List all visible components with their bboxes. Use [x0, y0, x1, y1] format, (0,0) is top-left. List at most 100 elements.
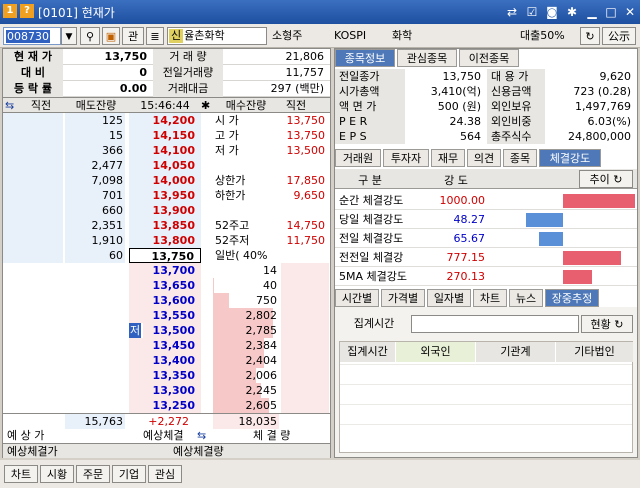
- statusbar-button[interactable]: 관심: [148, 465, 182, 483]
- ask-price[interactable]: 13,800: [129, 233, 201, 248]
- analysis-tab[interactable]: 거래원: [335, 149, 381, 167]
- ask-qty: 2,351: [65, 218, 125, 233]
- status-button[interactable]: 현황 ↻: [581, 315, 633, 333]
- bid-price[interactable]: 13,400: [129, 353, 201, 368]
- statusbar-button[interactable]: 기업: [112, 465, 146, 483]
- info-tab[interactable]: 관심종목: [397, 49, 457, 67]
- code-dropdown-icon[interactable]: ▼: [61, 27, 77, 45]
- bid-prev-cell: [281, 383, 329, 398]
- search-icon[interactable]: ⚲: [80, 27, 100, 45]
- check-icon[interactable]: ☑: [524, 4, 540, 20]
- camera-icon[interactable]: ◙: [544, 4, 560, 20]
- stack-icon[interactable]: ≣: [146, 27, 164, 45]
- bid-qty-header: 매수잔량: [225, 99, 267, 112]
- stock-toolbar: 008730 ▼ ⚲ ▣ 관 ≣ 신 율촌화학 소형주 KOSPI 화학 대출50…: [0, 24, 640, 48]
- arrow-toggle-icon[interactable]: ⇆: [5, 98, 15, 113]
- ask-price[interactable]: 13,850: [129, 218, 201, 233]
- loan-rate: 대출50%: [520, 29, 565, 42]
- summary-row: 현 재 가 13,750 거 래 량 21,806: [3, 49, 330, 65]
- estimate-time-input[interactable]: [411, 315, 579, 333]
- expected-fill-row: 예상체결가 예상체결량: [3, 443, 330, 458]
- analysis-tab[interactable]: 의견: [467, 149, 501, 167]
- ask-price[interactable]: 14,200: [129, 113, 201, 128]
- qty-diff: +2,272: [148, 415, 189, 428]
- notice-button[interactable]: 公示: [602, 27, 636, 45]
- gwan-button[interactable]: 관: [122, 27, 144, 45]
- bottom-tab[interactable]: 차트: [473, 289, 507, 307]
- bid-price[interactable]: 13,250: [129, 398, 201, 413]
- bid-price[interactable]: 13,700: [129, 263, 201, 278]
- strength-label: 순간 체결강도: [339, 194, 404, 207]
- bid-price[interactable]: 13,650: [129, 278, 201, 293]
- info-value: 13,750: [442, 70, 482, 83]
- info-value: [269, 248, 327, 263]
- statusbar-button[interactable]: 시황: [40, 465, 74, 483]
- ask-price[interactable]: 14,100: [129, 143, 201, 158]
- info-value: 17,850: [269, 173, 327, 188]
- strength-bar-up: [563, 251, 621, 265]
- strength-bar-up: [563, 270, 592, 284]
- expected-row: 예 상 가 예상체결 ⇆ 체 결 량: [3, 428, 330, 443]
- refresh-icon[interactable]: ↻: [580, 27, 600, 45]
- stock-code-input[interactable]: 008730: [3, 27, 61, 45]
- bid-row: 13,600 750: [3, 293, 330, 308]
- bid-price[interactable]: 13,350: [129, 368, 201, 383]
- info-value: 13,750: [269, 113, 327, 128]
- analysis-tab[interactable]: 체결강도: [539, 149, 601, 167]
- settings-icon[interactable]: ✱: [201, 98, 213, 113]
- bid-price[interactable]: 13,550: [129, 308, 201, 323]
- trend-button[interactable]: 추이 ↻: [579, 170, 633, 188]
- summary-value: 13,750: [104, 50, 147, 63]
- help-icon[interactable]: ?: [20, 4, 34, 18]
- bottom-tab[interactable]: 장중추정: [545, 289, 599, 307]
- analysis-tab[interactable]: 투자자: [383, 149, 429, 167]
- ask-qty: 701: [65, 188, 125, 203]
- window-number-badge: 1: [3, 4, 17, 18]
- ask-row: 366 14,100 저 가 13,500: [3, 143, 330, 158]
- bottom-tab[interactable]: 시간별: [335, 289, 379, 307]
- bid-price[interactable]: 13,500: [143, 323, 201, 338]
- bid-row: 13,300 2,245: [3, 383, 330, 398]
- bid-price[interactable]: 13,600: [129, 293, 201, 308]
- bid-price[interactable]: 13,450: [129, 338, 201, 353]
- link-icon[interactable]: ⇄: [504, 4, 520, 20]
- ask-price[interactable]: 14,050: [129, 158, 201, 173]
- strength-divider: [335, 228, 637, 229]
- gear-icon[interactable]: ✱: [564, 4, 580, 20]
- bid-empty-cell: [3, 338, 125, 353]
- bid-price[interactable]: 13,300: [129, 383, 201, 398]
- bottom-tab[interactable]: 뉴스: [509, 289, 543, 307]
- ask-row: 701 13,950 하한가 9,650: [3, 188, 330, 203]
- info-tab[interactable]: 종목정보: [335, 49, 395, 67]
- ask-qty: 1,910: [65, 233, 125, 248]
- ask-price[interactable]: 14,000: [129, 173, 201, 188]
- stock-name-field[interactable]: 신 율촌화학: [167, 27, 267, 45]
- statusbar-button[interactable]: 차트: [4, 465, 38, 483]
- estimate-panel: 집계시간 현황 ↻ 집계시간 외국인 기관계 기타법인: [335, 307, 637, 457]
- maximize-icon[interactable]: □: [603, 4, 619, 20]
- info-tab[interactable]: 이전종목: [459, 49, 519, 67]
- info-value: 3,410(억): [430, 85, 481, 98]
- bid-empty-cell: [3, 293, 125, 308]
- ask-price[interactable]: 13,750: [129, 248, 201, 263]
- analysis-tab[interactable]: 종목: [503, 149, 537, 167]
- close-icon[interactable]: ✕: [622, 4, 638, 20]
- statusbar-button[interactable]: 주문: [76, 465, 110, 483]
- minimize-icon[interactable]: ▁: [584, 4, 600, 20]
- info-label: E P S: [335, 129, 405, 144]
- ask-row: 2,477 14,050: [3, 158, 330, 173]
- swap-icon[interactable]: ⇆: [197, 428, 211, 443]
- summary-label: 현 재 가: [3, 49, 63, 65]
- bottom-tab[interactable]: 가격별: [381, 289, 425, 307]
- strength-divider: [335, 266, 637, 267]
- ask-price[interactable]: 14,150: [129, 128, 201, 143]
- info-value2: 9,620: [599, 70, 632, 83]
- summary-label2: 거래대금: [153, 81, 223, 97]
- ask-price[interactable]: 13,900: [129, 203, 201, 218]
- strength-label: 5MA 체결강도: [339, 270, 407, 283]
- analysis-tab[interactable]: 재무: [431, 149, 465, 167]
- info-label: 시가총액: [335, 84, 405, 99]
- ask-price[interactable]: 13,950: [129, 188, 201, 203]
- folder-icon[interactable]: ▣: [102, 27, 120, 45]
- bottom-tab[interactable]: 일자별: [427, 289, 471, 307]
